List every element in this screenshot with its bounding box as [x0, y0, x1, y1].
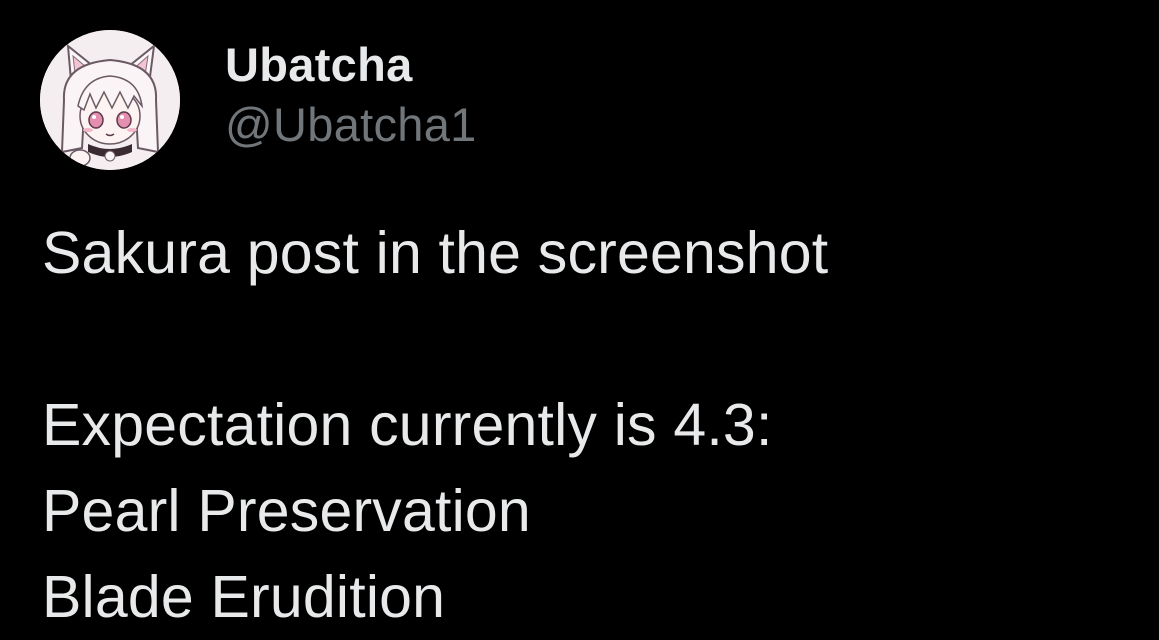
author-handle[interactable]: @Ubatcha1 — [225, 94, 477, 156]
tweet-line: Expectation currently is 4.3: — [42, 392, 773, 458]
tweet-line: Pearl Preservation — [42, 478, 531, 544]
tweet-header: Ubatcha @Ubatcha1 — [40, 30, 477, 172]
tweet-body: Sakura post in the screenshot Expectatio… — [42, 210, 1142, 640]
author-names: Ubatcha @Ubatcha1 — [225, 30, 477, 156]
tweet-line: Blade Erudition — [42, 564, 446, 630]
tweet-line: Sakura post in the screenshot — [42, 220, 829, 286]
anime-catgirl-avatar-icon — [40, 30, 180, 170]
avatar[interactable] — [40, 30, 180, 170]
author-display-name[interactable]: Ubatcha — [225, 36, 477, 94]
tweet-card: Ubatcha @Ubatcha1 Sakura post in the scr… — [0, 0, 1159, 630]
